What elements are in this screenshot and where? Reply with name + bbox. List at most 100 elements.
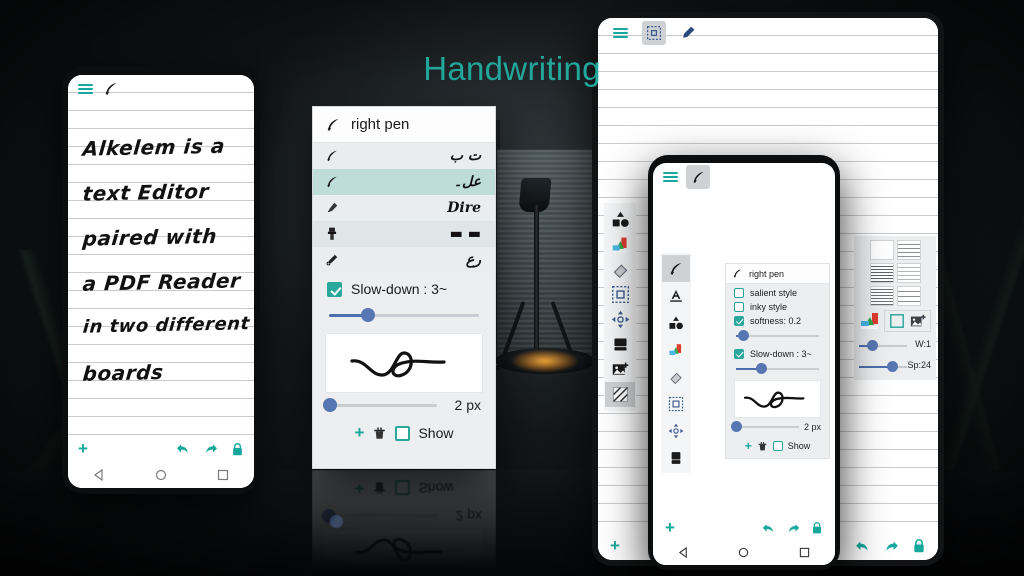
color-palette-tool-icon[interactable] — [605, 232, 635, 257]
show-checkbox[interactable] — [772, 441, 783, 451]
narrow-lines-paper-icon[interactable] — [869, 263, 894, 283]
slowdown-checkbox[interactable] — [327, 281, 342, 297]
slider-knob[interactable] — [867, 340, 878, 351]
overlay-slowdown-row[interactable]: Slow-down : 3~ — [726, 345, 829, 359]
pencil-icon — [683, 26, 695, 38]
move-tool-icon[interactable] — [662, 417, 690, 444]
slider-knob[interactable] — [323, 398, 338, 412]
dense-grid-paper-icon[interactable] — [869, 286, 894, 306]
pen-list-item[interactable]: ت ب — [313, 143, 495, 169]
back-triangle-icon[interactable] — [678, 547, 689, 558]
blank-paper-icon[interactable] — [869, 240, 894, 260]
redo-arrow-icon[interactable] — [883, 539, 900, 554]
slider-knob[interactable] — [755, 363, 767, 374]
pen-sample-stroke: عل۔ — [453, 174, 481, 190]
salient-style-row[interactable]: salient style — [726, 284, 829, 298]
eraser-tool-icon[interactable] — [605, 257, 635, 282]
light-grid-paper-icon[interactable] — [896, 263, 921, 283]
handwriting-line: paired with — [81, 223, 219, 251]
selection-frame-button[interactable] — [642, 21, 666, 45]
overlay-pen-width-row[interactable]: 2 px — [726, 418, 829, 433]
add-pen-button[interactable]: + — [745, 439, 752, 453]
color-palette-tool-icon[interactable] — [662, 336, 690, 363]
redo-arrow-icon[interactable] — [786, 522, 801, 535]
overlay-phone-topbar — [653, 163, 835, 191]
left-phone-device: Alkelem is a text Editor paired with a P… — [62, 66, 260, 494]
pen-width-row[interactable]: 2 px — [313, 393, 495, 413]
home-circle-icon[interactable] — [155, 469, 167, 481]
square-grid-paper-icon[interactable] — [896, 286, 921, 306]
add-page-button[interactable]: + — [665, 518, 675, 538]
marker-pen-icon — [327, 202, 338, 213]
redo-arrow-icon[interactable] — [203, 442, 219, 456]
slider-knob[interactable] — [730, 421, 742, 432]
recents-square-icon[interactable] — [217, 469, 229, 481]
add-page-button[interactable]: + — [78, 439, 88, 459]
softness-row[interactable]: softness: 0.2 — [726, 312, 829, 326]
hamburger-menu-icon[interactable] — [663, 171, 678, 183]
undo-arrow-icon[interactable] — [761, 522, 776, 535]
shapes-tool-icon[interactable] — [605, 207, 635, 232]
wide-lines-paper-icon[interactable] — [896, 240, 921, 260]
slowdown-checkbox[interactable] — [734, 349, 744, 359]
keyboard-tool-icon[interactable] — [605, 332, 635, 357]
pen-width-slider[interactable] — [323, 397, 437, 413]
hamburger-menu-button[interactable] — [608, 21, 632, 45]
show-checkbox[interactable] — [395, 425, 411, 441]
select-tool-icon[interactable] — [605, 282, 635, 307]
lock-icon[interactable] — [811, 521, 823, 535]
inky-style-row[interactable]: inky style — [726, 298, 829, 312]
handwritten-stroke-preview — [350, 351, 446, 378]
add-page-button[interactable]: + — [610, 536, 620, 556]
keyboard-tool-icon[interactable] — [662, 444, 690, 471]
paper-spacing-slider[interactable]: Sp:24 — [859, 360, 931, 374]
pen-panel-footer: + Show — [313, 413, 495, 451]
pattern-tool-icon[interactable] — [605, 382, 635, 407]
insert-image-tool-icon[interactable] — [605, 357, 635, 382]
eraser-tool-icon[interactable] — [662, 363, 690, 390]
overlay-panel-footer: + Show — [726, 433, 829, 458]
back-triangle-icon[interactable] — [93, 469, 105, 481]
insert-image-icon[interactable] — [909, 313, 927, 329]
pen-list-item-selected[interactable]: عل۔ — [313, 169, 495, 195]
add-pen-button[interactable]: + — [355, 423, 365, 443]
pen-sample-stroke: رع — [465, 252, 481, 268]
lock-icon[interactable] — [912, 538, 926, 554]
select-tool-icon[interactable] — [662, 390, 690, 417]
pen-tool-icon[interactable] — [662, 255, 690, 282]
move-tool-icon[interactable] — [605, 307, 635, 332]
pen-list-item[interactable]: رع — [313, 247, 495, 273]
pen-list: ت ب عل۔ Dire ▬ ▬ رع — [313, 143, 495, 273]
reflection-add-icon: + — [354, 479, 365, 498]
home-circle-icon[interactable] — [738, 547, 749, 558]
text-tool-icon[interactable] — [662, 282, 690, 309]
softness-checkbox[interactable] — [734, 316, 744, 326]
trash-icon[interactable] — [757, 441, 768, 452]
trash-icon[interactable] — [372, 426, 387, 441]
softness-slider[interactable] — [736, 330, 819, 342]
slowdown-option-row[interactable]: Slow-down : 3~ — [313, 273, 495, 299]
undo-arrow-icon[interactable] — [854, 539, 871, 554]
slider-knob[interactable] — [887, 361, 898, 372]
selection-frame-icon — [646, 25, 662, 41]
slider-knob[interactable] — [737, 330, 749, 341]
undo-arrow-icon[interactable] — [175, 442, 191, 456]
salient-style-checkbox[interactable] — [734, 288, 744, 298]
pen-list-item[interactable]: ▬ ▬ — [313, 221, 495, 247]
overlay-panel-title: right pen — [749, 268, 785, 279]
recents-square-icon[interactable] — [799, 547, 810, 558]
overlay-slowdown-slider[interactable] — [736, 363, 819, 375]
inky-style-checkbox[interactable] — [734, 302, 744, 312]
pen-mode-button[interactable] — [686, 165, 710, 189]
pencil-button[interactable] — [676, 21, 700, 45]
frame-color-icon[interactable] — [888, 313, 906, 329]
paper-width-slider[interactable]: W:1 — [859, 339, 931, 353]
shapes-tool-icon[interactable] — [662, 309, 690, 336]
overlay-pen-width-slider[interactable] — [730, 421, 799, 433]
lock-icon[interactable] — [231, 442, 244, 457]
pen-list-item[interactable]: Dire — [313, 195, 495, 221]
color-palette-icon[interactable] — [859, 311, 881, 331]
slider-knob[interactable] — [361, 308, 375, 322]
slowdown-slider[interactable] — [329, 307, 479, 323]
quill-pen-icon — [327, 118, 339, 131]
